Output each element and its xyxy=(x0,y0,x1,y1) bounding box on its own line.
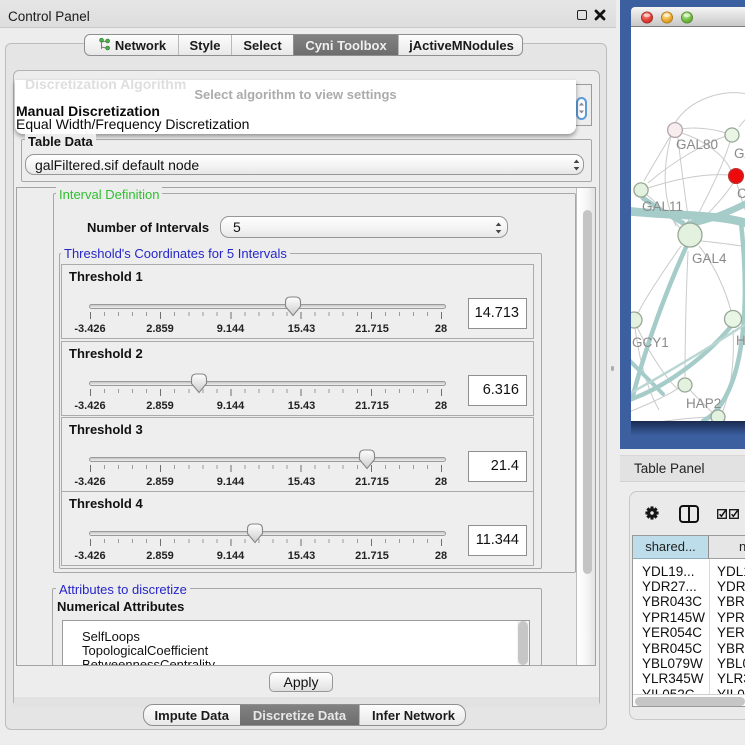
svg-text:GAL4: GAL4 xyxy=(692,251,727,266)
svg-text:H: H xyxy=(736,333,745,348)
svg-text:GA: GA xyxy=(734,146,745,161)
svg-text:C: C xyxy=(737,186,745,201)
svg-text:GAL80: GAL80 xyxy=(676,137,718,152)
svg-text:GCY1: GCY1 xyxy=(632,335,669,350)
svg-text:HAP2: HAP2 xyxy=(686,396,721,411)
svg-text:GAL11: GAL11 xyxy=(642,199,683,214)
